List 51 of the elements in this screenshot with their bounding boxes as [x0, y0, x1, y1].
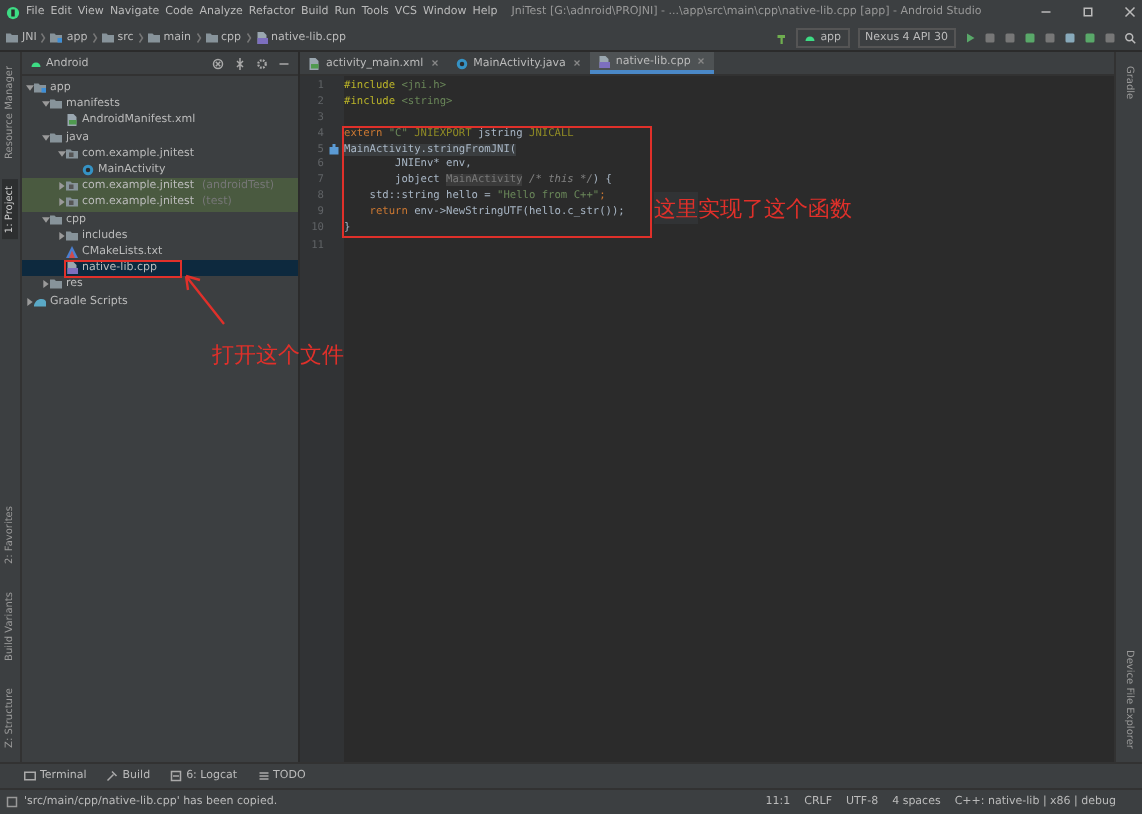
annotation-text: 这里实现了这个函数: [654, 192, 852, 224]
chevron-icon: [137, 31, 144, 43]
close-icon[interactable]: [571, 58, 582, 68]
todo-icon[interactable]: [257, 770, 270, 782]
close-icon[interactable]: [429, 58, 440, 68]
chevron-icon: [91, 31, 98, 43]
close-icon[interactable]: [1124, 6, 1136, 18]
target-icon[interactable]: [212, 57, 224, 69]
annotation-text: 打开这个文件: [212, 340, 344, 370]
file-icon: [597, 55, 610, 67]
class-icon: [455, 57, 468, 69]
chevron-icon: [195, 31, 201, 43]
file-icon: [308, 57, 320, 69]
run-icon[interactable]: [964, 31, 976, 43]
folder-icon: [147, 31, 160, 43]
chevron-icon: [40, 31, 47, 43]
file-icon: [255, 31, 268, 43]
file-icon: [66, 114, 78, 127]
minimize-icon[interactable]: [278, 57, 290, 69]
logcat-icon[interactable]: [170, 770, 183, 782]
app-logo-icon[interactable]: [6, 5, 20, 19]
folder-icon: [66, 147, 78, 160]
terminal-icon[interactable]: [24, 770, 36, 782]
annotation-arrow: [180, 270, 228, 326]
expanded-arrow-icon[interactable]: [42, 215, 50, 224]
folder-icon: [205, 31, 217, 43]
gutter-marker-icon[interactable]: [328, 143, 340, 155]
status-icon[interactable]: [6, 796, 18, 808]
collapsed-arrow-icon[interactable]: [58, 231, 66, 240]
gradle-icon: [34, 295, 46, 308]
build-icon[interactable]: [106, 770, 119, 782]
folder-icon: [34, 82, 46, 95]
search-icon[interactable]: [1124, 31, 1136, 43]
folder-icon: [50, 131, 62, 144]
hammer-icon[interactable]: [776, 31, 789, 43]
folder-icon: [101, 31, 114, 43]
maximize-icon[interactable]: [1082, 6, 1094, 18]
minimize-icon[interactable]: [1040, 6, 1052, 18]
file-icon: [66, 262, 78, 275]
folder-icon: [6, 31, 18, 43]
folder-icon: [66, 180, 78, 193]
folder-icon: [66, 196, 78, 209]
folder-icon: [50, 31, 63, 43]
folder-icon: [50, 278, 62, 291]
settings-icon[interactable]: [256, 57, 268, 69]
android-icon[interactable]: [804, 31, 817, 43]
android-icon[interactable]: [30, 57, 42, 69]
triangle-icon: [66, 245, 78, 258]
chevron-icon: [245, 31, 252, 43]
folder-icon: [50, 98, 62, 111]
class-icon: [82, 164, 94, 177]
